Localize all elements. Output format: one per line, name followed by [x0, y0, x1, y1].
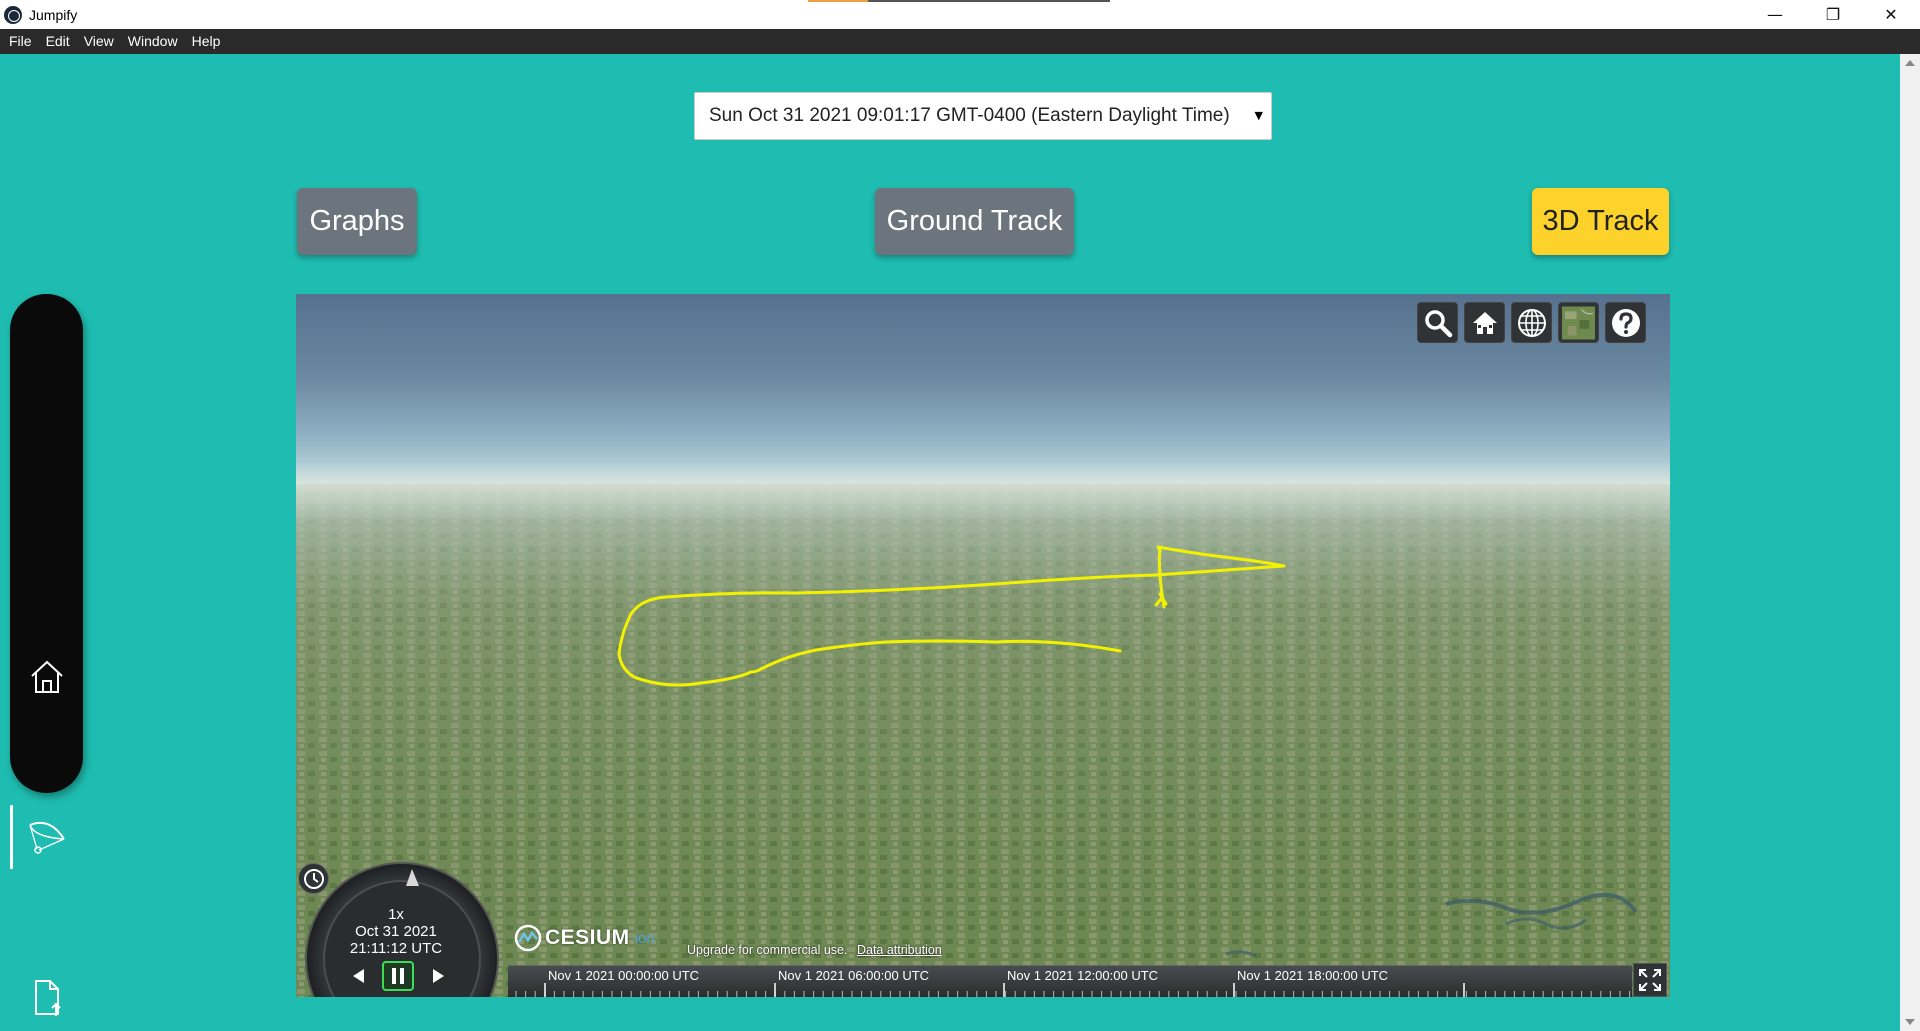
timeline-label: Nov 1 2021 06:00:00 UTC: [778, 968, 930, 983]
cesium-logo-text: CESIUM: [545, 926, 630, 949]
viewer-toolbar: [1417, 302, 1646, 343]
fullscreen-icon: [1639, 969, 1661, 991]
timeline-ticks: [515, 983, 1631, 997]
menu-view[interactable]: View: [77, 29, 121, 54]
scroll-down-arrow[interactable]: [1905, 1019, 1915, 1025]
menu-file[interactable]: File: [2, 29, 39, 54]
pause-icon: [392, 968, 404, 984]
sidebar: [10, 294, 83, 1016]
cesium-ion-text: ion: [634, 929, 655, 947]
sidebar-item-upload[interactable]: [10, 963, 83, 1031]
timeline[interactable]: Nov 1 2021 00:00:00 UTC Nov 1 2021 06:00…: [508, 965, 1632, 997]
scene-mode-button[interactable]: [1511, 302, 1552, 343]
menu-window[interactable]: Window: [121, 29, 185, 54]
app-title: Jumpify: [29, 6, 78, 23]
restore-button[interactable]: ❐: [1804, 0, 1862, 29]
play-reverse-button[interactable]: [343, 961, 375, 991]
credits-text: Upgrade for commercial use. Data attribu…: [687, 943, 942, 957]
jump-date-value: Sun Oct 31 2021 09:01:17 GMT-0400 (Easte…: [709, 105, 1230, 126]
cesium-logo-icon: [514, 924, 542, 952]
menu-edit[interactable]: Edit: [39, 29, 77, 54]
cesium-logo[interactable]: CESIUM ion: [514, 924, 655, 952]
jump-date-select[interactable]: Sun Oct 31 2021 09:01:17 GMT-0400 (Easte…: [694, 92, 1272, 140]
home-view-icon: [1472, 311, 1497, 334]
play-forward-icon: [433, 969, 444, 983]
ground-track-button[interactable]: Ground Track: [875, 188, 1074, 255]
help-button[interactable]: [1605, 302, 1646, 343]
window-controls: — ❐ ✕: [1746, 0, 1920, 29]
graphs-button[interactable]: Graphs: [297, 188, 417, 255]
animation-speed: 1x: [388, 906, 404, 923]
play-reverse-icon: [353, 969, 364, 983]
3d-track-button[interactable]: 3D Track: [1532, 188, 1669, 255]
scroll-up-arrow[interactable]: [1905, 60, 1915, 66]
timeline-label: Nov 1 2021 18:00:00 UTC: [1237, 968, 1389, 983]
chevron-down-icon: ▼: [1254, 109, 1263, 122]
pause-button[interactable]: [382, 961, 414, 991]
help-icon: [1611, 308, 1640, 337]
app-logo-icon: [4, 5, 22, 24]
search-icon: [1424, 309, 1452, 337]
3d-viewer[interactable]: 1x Oct 31 2021 21:11:12 UTC CESIUM ion U…: [296, 294, 1670, 997]
data-attribution-link[interactable]: Data attribution: [857, 943, 942, 957]
home-icon: [30, 660, 63, 693]
title-bar: Jumpify — ❐ ✕: [0, 0, 1920, 29]
sidebar-item-home[interactable]: [10, 642, 83, 712]
title-accent-bar: [808, 0, 1110, 2]
minimize-button[interactable]: —: [1746, 0, 1804, 29]
animation-time: 21:11:12 UTC: [349, 940, 443, 957]
timeline-label: Nov 1 2021 12:00:00 UTC: [1007, 968, 1159, 983]
close-button[interactable]: ✕: [1862, 0, 1920, 29]
search-button[interactable]: [1417, 302, 1458, 343]
timeline-label: Nov 1 2021 00:00:00 UTC: [548, 968, 700, 983]
base-layer-icon: [1562, 306, 1595, 339]
globe-icon: [1517, 308, 1546, 337]
parachute-icon: [28, 821, 65, 854]
animation-date: Oct 31 2021: [355, 923, 437, 940]
file-upload-icon: [34, 980, 61, 1016]
menu-help[interactable]: Help: [185, 29, 228, 54]
flight-track: [617, 545, 1286, 687]
fullscreen-button[interactable]: [1633, 963, 1667, 997]
sidebar-item-jumps[interactable]: [10, 802, 83, 872]
base-layer-picker-button[interactable]: [1558, 302, 1599, 343]
clock-icon: [303, 868, 324, 889]
upgrade-text: Upgrade for commercial use.: [687, 943, 848, 957]
menu-bar: File Edit View Window Help: [0, 29, 1920, 54]
page-scrollbar[interactable]: [1900, 54, 1920, 1031]
clock-button[interactable]: [298, 863, 329, 894]
home-view-button[interactable]: [1464, 302, 1505, 343]
play-forward-button[interactable]: [422, 961, 454, 991]
